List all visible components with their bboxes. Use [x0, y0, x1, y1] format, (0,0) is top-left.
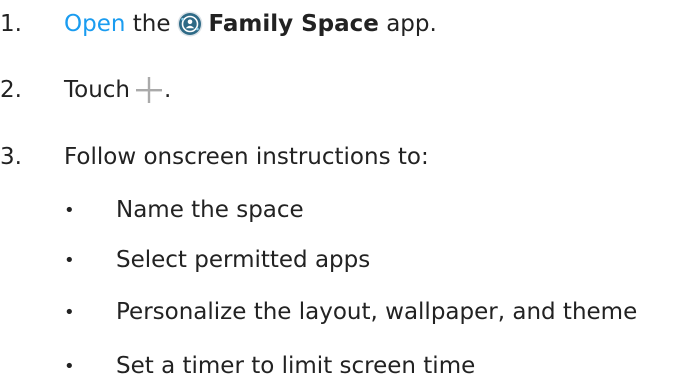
step-1-text-after: app.: [378, 11, 437, 37]
open-link[interactable]: Open: [64, 11, 125, 37]
step-1-text: Open the Family Space app.: [64, 11, 437, 37]
bullet-glyph: •: [64, 355, 75, 377]
step-2-text-before: Touch: [64, 77, 131, 103]
list-item-text: Select permitted apps: [116, 247, 371, 273]
plus-icon: [134, 75, 164, 105]
step-2-text-after: .: [164, 77, 172, 103]
step-3-text: Follow onscreen instructions to:: [64, 144, 429, 170]
step-1-text-before: the: [125, 11, 171, 37]
step-number: 3.: [0, 144, 22, 170]
list-item: • Personalize the layout, wallpaper, and…: [64, 292, 637, 332]
list-item-text: Name the space: [116, 197, 304, 223]
step-number: 1.: [0, 11, 22, 37]
bullet-glyph: •: [64, 301, 75, 323]
bullet-glyph: •: [64, 199, 75, 221]
bullet-glyph: •: [64, 249, 75, 271]
list-item: • Set a timer to limit screen time: [64, 346, 475, 386]
family-space-app-icon: [177, 11, 203, 37]
family-space-app-name: Family Space: [208, 11, 379, 37]
step-2-text: Touch .: [64, 75, 171, 105]
list-item-text: Personalize the layout, wallpaper, and t…: [116, 299, 638, 325]
list-item: • Name the space: [64, 190, 304, 230]
list-item-text: Set a timer to limit screen time: [116, 353, 476, 379]
list-item: • Select permitted apps: [64, 240, 370, 280]
step-number: 2.: [0, 77, 22, 103]
